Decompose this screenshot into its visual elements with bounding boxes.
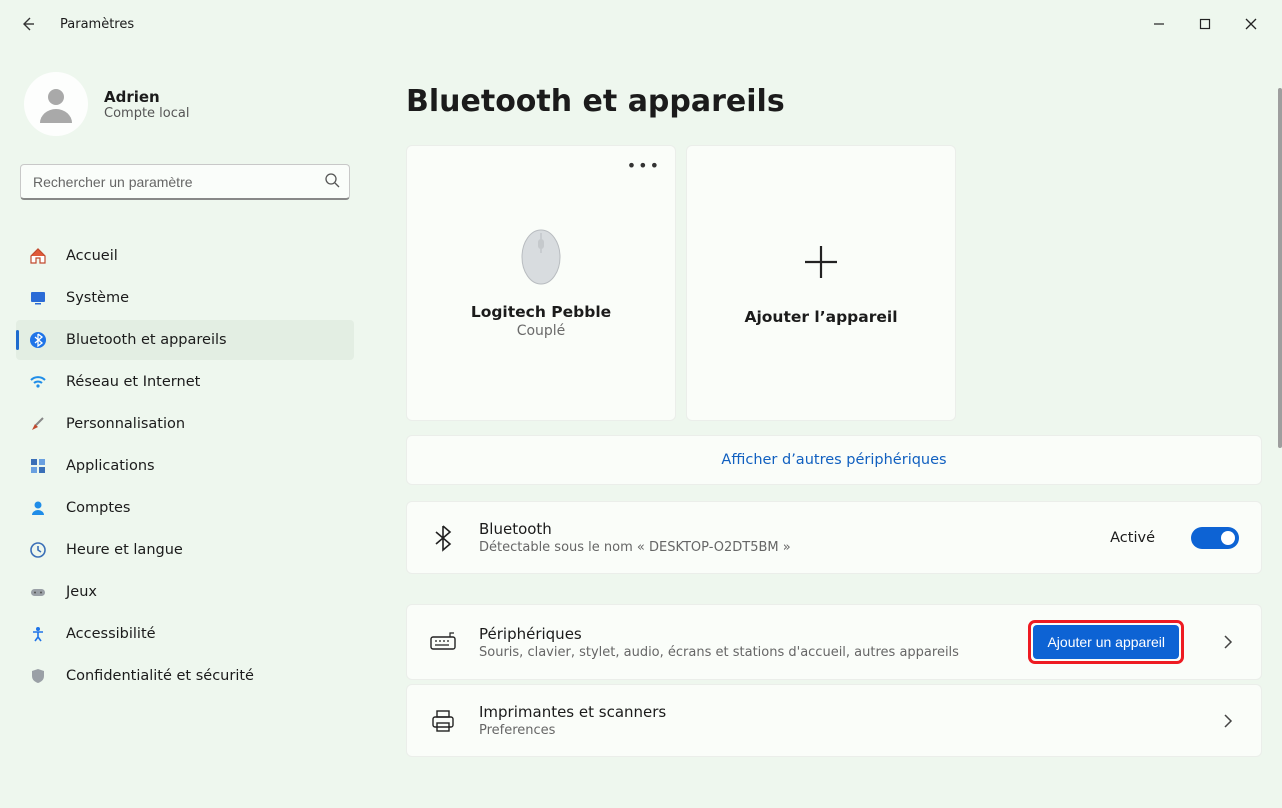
sidebar-item-label: Accueil xyxy=(66,248,118,264)
home-icon xyxy=(28,247,48,265)
printers-title: Imprimantes et scanners xyxy=(479,703,1181,721)
brush-icon xyxy=(28,415,48,433)
device-more-button[interactable]: ••• xyxy=(627,156,661,175)
profile[interactable]: Adrien Compte local xyxy=(16,48,354,160)
sidebar-item-label: Jeux xyxy=(66,584,97,600)
sidebar-item-label: Personnalisation xyxy=(66,416,185,432)
show-more-devices[interactable]: Afficher d’autres périphériques xyxy=(406,435,1262,485)
printer-icon xyxy=(429,709,457,733)
back-button[interactable] xyxy=(8,4,48,44)
accessibility-icon xyxy=(28,625,48,643)
device-status: Couplé xyxy=(517,323,566,339)
close-icon xyxy=(1245,18,1257,30)
sidebar-item-label: Confidentialité et sécurité xyxy=(66,668,254,684)
close-button[interactable] xyxy=(1228,8,1274,40)
sidebar-item-personalization[interactable]: Personnalisation xyxy=(16,404,354,444)
devices-subtitle: Souris, clavier, stylet, audio, écrans e… xyxy=(479,645,1009,660)
bluetooth-title: Bluetooth xyxy=(479,520,1088,538)
mouse-icon xyxy=(519,227,563,287)
add-device-button[interactable]: Ajouter un appareil xyxy=(1033,625,1179,659)
sidebar-item-label: Réseau et Internet xyxy=(66,374,200,390)
bluetooth-toggle[interactable] xyxy=(1191,527,1239,549)
plus-icon xyxy=(799,240,843,284)
shield-icon xyxy=(28,667,48,685)
add-device-card[interactable]: Ajouter l’appareil xyxy=(686,145,956,421)
nav: Accueil Système Bluetooth et appareils R… xyxy=(16,236,354,696)
sidebar-item-label: Applications xyxy=(66,458,155,474)
sidebar-item-apps[interactable]: Applications xyxy=(16,446,354,486)
devices-row[interactable]: Périphériques Souris, clavier, stylet, a… xyxy=(406,604,1262,680)
accounts-icon xyxy=(28,499,48,517)
highlight-ring: Ajouter un appareil xyxy=(1031,623,1181,661)
sidebar: Adrien Compte local Accueil Système Blue… xyxy=(0,48,370,808)
devices-title: Périphériques xyxy=(479,625,1009,643)
sidebar-item-bluetooth[interactable]: Bluetooth et appareils xyxy=(16,320,354,360)
device-name: Logitech Pebble xyxy=(471,303,611,321)
sidebar-item-gaming[interactable]: Jeux xyxy=(16,572,354,612)
bluetooth-icon xyxy=(429,524,457,552)
profile-name: Adrien xyxy=(104,88,189,106)
maximize-button[interactable] xyxy=(1182,8,1228,40)
content: Bluetooth et appareils ••• Logitech Pebb… xyxy=(370,48,1282,808)
person-icon xyxy=(35,83,77,125)
sidebar-item-home[interactable]: Accueil xyxy=(16,236,354,276)
profile-subtitle: Compte local xyxy=(104,106,189,121)
chevron-right-icon xyxy=(1217,714,1239,728)
wifi-icon xyxy=(28,373,48,391)
titlebar: Paramètres xyxy=(0,0,1282,48)
minimize-button[interactable] xyxy=(1136,8,1182,40)
minimize-icon xyxy=(1153,18,1165,30)
sidebar-item-accessibility[interactable]: Accessibilité xyxy=(16,614,354,654)
avatar xyxy=(24,72,88,136)
sidebar-item-system[interactable]: Système xyxy=(16,278,354,318)
scrollbar[interactable] xyxy=(1278,88,1282,448)
arrow-left-icon xyxy=(20,16,36,32)
apps-icon xyxy=(28,457,48,475)
sidebar-item-label: Bluetooth et appareils xyxy=(66,332,227,348)
window-title: Paramètres xyxy=(60,17,134,32)
sidebar-item-network[interactable]: Réseau et Internet xyxy=(16,362,354,402)
sidebar-item-time-language[interactable]: Heure et langue xyxy=(16,530,354,570)
sidebar-item-label: Système xyxy=(66,290,129,306)
gamepad-icon xyxy=(28,583,48,601)
sidebar-item-accounts[interactable]: Comptes xyxy=(16,488,354,528)
sidebar-item-label: Accessibilité xyxy=(66,626,156,642)
keyboard-icon xyxy=(429,631,457,653)
search-input[interactable] xyxy=(20,164,350,200)
printers-row[interactable]: Imprimantes et scanners Preferences xyxy=(406,684,1262,757)
sidebar-item-label: Comptes xyxy=(66,500,131,516)
page-title: Bluetooth et appareils xyxy=(406,84,1262,119)
maximize-icon xyxy=(1199,18,1211,30)
bluetooth-status-label: Activé xyxy=(1110,530,1155,546)
system-icon xyxy=(28,289,48,307)
bluetooth-icon xyxy=(28,331,48,349)
bluetooth-setting-row: Bluetooth Détectable sous le nom « DESKT… xyxy=(406,501,1262,574)
show-more-label: Afficher d’autres périphériques xyxy=(721,452,946,468)
sidebar-item-privacy[interactable]: Confidentialité et sécurité xyxy=(16,656,354,696)
clock-icon xyxy=(28,541,48,559)
device-card[interactable]: ••• Logitech Pebble Couplé xyxy=(406,145,676,421)
sidebar-item-label: Heure et langue xyxy=(66,542,183,558)
bluetooth-subtitle: Détectable sous le nom « DESKTOP-O2DT5BM… xyxy=(479,540,1088,555)
chevron-right-icon xyxy=(1217,635,1239,649)
printers-subtitle: Preferences xyxy=(479,723,1181,738)
add-device-label: Ajouter l’appareil xyxy=(744,308,897,326)
